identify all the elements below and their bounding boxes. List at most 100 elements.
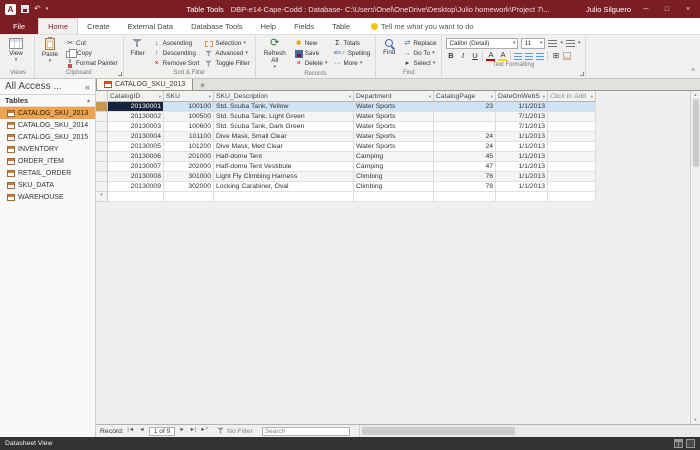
descending-button[interactable]: ↑ Descending bbox=[152, 49, 201, 58]
cell-sku[interactable]: 101200 bbox=[164, 142, 214, 152]
qat-dropdown-icon[interactable]: ▾ bbox=[46, 6, 49, 12]
cell-catalogpage[interactable] bbox=[434, 112, 496, 122]
shutter-bar-icon[interactable]: « bbox=[85, 82, 90, 92]
cell-department[interactable]: Camping bbox=[354, 152, 434, 162]
column-header-sku-description[interactable]: SKU_Description ▾ bbox=[214, 91, 354, 102]
cell-dateonwebs[interactable]: 1/1/2013 bbox=[496, 102, 548, 112]
cell-department[interactable]: Climbing bbox=[354, 172, 434, 182]
column-dropdown-icon[interactable]: ▾ bbox=[347, 92, 351, 101]
column-header-sku[interactable]: SKU ▾ bbox=[164, 91, 214, 102]
cell-catalogid[interactable]: 20130007 bbox=[108, 162, 164, 172]
cell-catalogpage[interactable]: 76 bbox=[434, 172, 496, 182]
cell-catalogpage[interactable]: 47 bbox=[434, 162, 496, 172]
cell-sku[interactable]: 201000 bbox=[164, 152, 214, 162]
gridlines-button[interactable]: ⊞ bbox=[551, 51, 560, 61]
column-dropdown-icon[interactable]: ▾ bbox=[427, 92, 431, 101]
cell-sku-description[interactable]: Std. Scuba Tank, Yellow bbox=[214, 102, 354, 112]
cut-button[interactable]: ✂ Cut bbox=[65, 39, 119, 48]
scrollbar-thumb[interactable] bbox=[692, 99, 699, 167]
cell-catalogpage[interactable]: 78 bbox=[434, 182, 496, 192]
column-header-department[interactable]: Department ▾ bbox=[354, 91, 434, 102]
empty-cell[interactable] bbox=[164, 192, 214, 202]
cell-catalogid[interactable]: 20130002 bbox=[108, 112, 164, 122]
close-button[interactable]: × bbox=[682, 6, 694, 13]
cell-sku[interactable]: 302000 bbox=[164, 182, 214, 192]
cell-sku-description[interactable]: Dive Mask, Small Clear bbox=[214, 132, 354, 142]
paste-button[interactable]: Paste ▾ bbox=[39, 37, 61, 64]
record-search-input[interactable] bbox=[261, 426, 350, 436]
scroll-up-icon[interactable]: ▲ bbox=[694, 91, 698, 99]
cell-department[interactable]: Climbing bbox=[354, 182, 434, 192]
sidebar-item-sku-data[interactable]: SKU_DATA bbox=[0, 179, 95, 191]
remove-sort-button[interactable]: × Remove Sort bbox=[152, 59, 201, 68]
ribbon-tab-create[interactable]: Create bbox=[78, 18, 119, 34]
sidebar-item-catalog-sku-2015[interactable]: CATALOG_SKU_2015 bbox=[0, 131, 95, 143]
undo-icon[interactable]: ↶ bbox=[34, 5, 41, 13]
empty-cell[interactable] bbox=[108, 192, 164, 202]
cell-click-to-add[interactable] bbox=[548, 182, 596, 192]
last-record-button[interactable]: ►| bbox=[189, 428, 197, 434]
select-all-corner[interactable] bbox=[96, 91, 108, 102]
empty-cell[interactable] bbox=[434, 192, 496, 202]
column-header-dateonwebs[interactable]: DateOnWebS ▾ bbox=[496, 91, 548, 102]
record-selector[interactable] bbox=[96, 102, 108, 112]
ribbon-tab-home[interactable]: Home bbox=[38, 18, 79, 34]
sidebar-item-order-item[interactable]: ORDER_ITEM bbox=[0, 155, 95, 167]
highlight-color-button[interactable]: A bbox=[498, 51, 508, 61]
delete-button[interactable]: × Delete ▾ bbox=[294, 59, 329, 68]
record-selector[interactable] bbox=[96, 122, 108, 132]
cell-catalogid[interactable]: 20130004 bbox=[108, 132, 164, 142]
cell-dateonwebs[interactable]: 1/1/2013 bbox=[496, 182, 548, 192]
datasheet-view-icon[interactable] bbox=[674, 439, 683, 448]
advanced-button[interactable]: Advanced ▾ bbox=[204, 49, 250, 58]
tab-catalog-sku-2013[interactable]: CATALOG_SKU_2013 bbox=[96, 78, 194, 90]
dialog-launcher-icon[interactable] bbox=[117, 72, 122, 76]
bold-button[interactable]: B bbox=[446, 51, 455, 61]
cell-department[interactable]: Water Sports bbox=[354, 142, 434, 152]
cell-sku[interactable]: 100600 bbox=[164, 122, 214, 132]
record-selector[interactable] bbox=[96, 182, 108, 192]
column-dropdown-icon[interactable]: ▾ bbox=[489, 92, 493, 101]
cell-department[interactable]: Camping bbox=[354, 162, 434, 172]
cell-dateonwebs[interactable]: 7/1/2013 bbox=[496, 122, 548, 132]
cell-catalogid[interactable]: 20130009 bbox=[108, 182, 164, 192]
align-center-icon[interactable] bbox=[525, 52, 534, 60]
cell-click-to-add[interactable] bbox=[548, 102, 596, 112]
cell-sku-description[interactable]: Std. Scuba Tank, Dark Green bbox=[214, 122, 354, 132]
cell-dateonwebs[interactable]: 1/1/2013 bbox=[496, 172, 548, 182]
cell-catalogid[interactable]: 20130003 bbox=[108, 122, 164, 132]
record-selector[interactable] bbox=[96, 142, 108, 152]
new-record-ribbon-button[interactable]: ✱ New bbox=[294, 39, 329, 48]
column-header-click-to-add[interactable]: Click to Add ▾ bbox=[548, 91, 596, 102]
close-tab-icon[interactable]: × bbox=[197, 82, 208, 90]
numbering-icon[interactable] bbox=[566, 40, 575, 47]
cell-dateonwebs[interactable]: 1/1/2013 bbox=[496, 162, 548, 172]
empty-cell[interactable] bbox=[214, 192, 354, 202]
design-view-icon[interactable] bbox=[686, 439, 695, 448]
column-header-catalogpage[interactable]: CatalogPage ▾ bbox=[434, 91, 496, 102]
ribbon-tab-database-tools[interactable]: Database Tools bbox=[182, 18, 252, 34]
horizontal-scrollbar[interactable] bbox=[358, 425, 700, 437]
cell-click-to-add[interactable] bbox=[548, 132, 596, 142]
access-app-icon[interactable]: A bbox=[5, 3, 16, 15]
column-dropdown-icon[interactable]: ▾ bbox=[589, 92, 593, 101]
column-dropdown-icon[interactable]: ▾ bbox=[541, 92, 545, 101]
empty-cell[interactable] bbox=[496, 192, 548, 202]
user-name[interactable]: Julio Silguero bbox=[586, 5, 631, 14]
ribbon-tab-table[interactable]: Table bbox=[323, 18, 359, 34]
save-record-button[interactable]: Save bbox=[294, 49, 329, 58]
dialog-launcher-icon[interactable] bbox=[579, 72, 584, 76]
view-button[interactable]: View ▾ bbox=[6, 38, 26, 63]
empty-cell[interactable] bbox=[354, 192, 434, 202]
select-button[interactable]: ▸ Select ▾ bbox=[402, 59, 437, 68]
bullets-icon[interactable] bbox=[548, 40, 558, 47]
tell-me-box[interactable]: Tell me what you want to do bbox=[371, 18, 474, 34]
ribbon-tab-help[interactable]: Help bbox=[252, 18, 285, 34]
new-record-selector[interactable]: * bbox=[96, 192, 108, 202]
cell-click-to-add[interactable] bbox=[548, 152, 596, 162]
cell-catalogpage[interactable]: 23 bbox=[434, 102, 496, 112]
background-color-icon[interactable] bbox=[563, 52, 572, 60]
sidebar-item-catalog-sku-2013[interactable]: CATALOG_SKU_2013 bbox=[0, 107, 95, 119]
cell-catalogpage[interactable]: 24 bbox=[434, 132, 496, 142]
cell-department[interactable]: Water Sports bbox=[354, 122, 434, 132]
